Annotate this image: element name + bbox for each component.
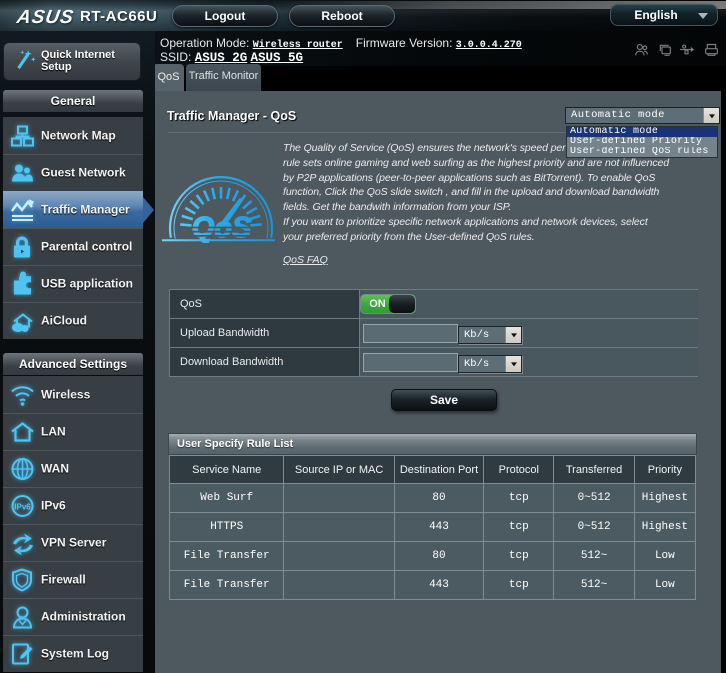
svg-text:IPv6: IPv6 [14,503,31,512]
